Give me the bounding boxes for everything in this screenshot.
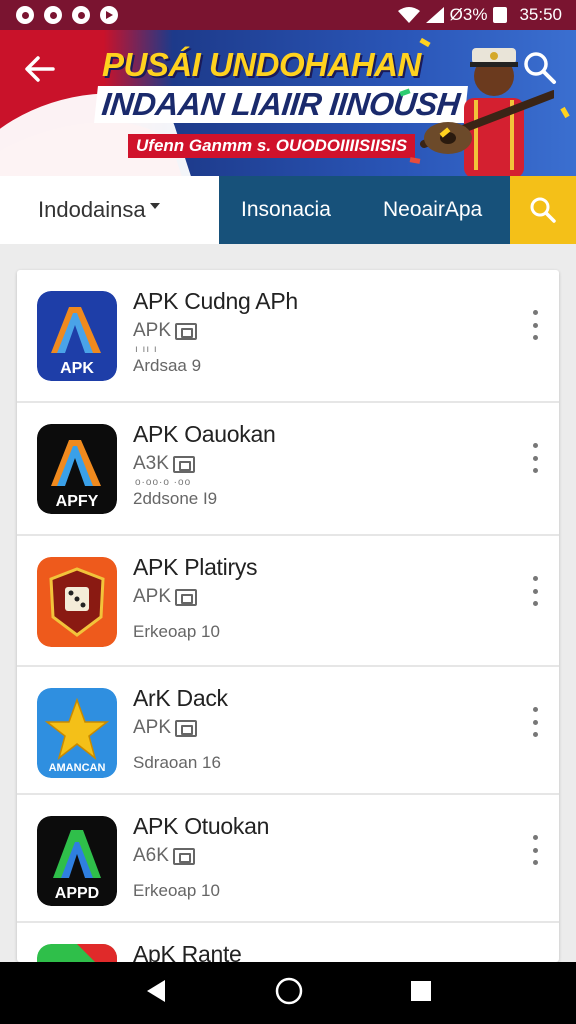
badge-icon [175,322,198,340]
app-name: APK Platirys [133,554,258,580]
recents-icon [411,980,432,1001]
status-left-icons [16,6,118,24]
category-tabs: Indodainsa Insonacia NeoairApa [0,176,576,244]
notification-icon [16,6,34,24]
app-name: APK Oauokan [133,421,276,447]
badge-icon [175,719,198,737]
apk-a-dark-icon: APFY [37,424,117,514]
app-icon-label: APK [60,360,94,377]
app-category: APK [133,717,198,739]
search-icon [524,52,556,84]
more-options-button[interactable] [531,310,539,340]
app-version: Erkeoap 10 [133,881,220,900]
list-item[interactable]: ApK Rante [17,923,559,962]
app-category-label: APK [133,586,172,607]
hanger-icon [44,6,62,24]
app-category-label: A3K [133,453,169,474]
back-arrow-icon [25,56,55,82]
signal-icon [425,7,444,23]
app-version: 2ddsone I9 [133,489,218,508]
badge-icon [175,588,198,606]
more-options-button[interactable] [531,443,539,473]
shield-icon [72,6,90,24]
app-category: APK [133,320,198,342]
more-options-button[interactable] [531,835,539,865]
app-name: APK Otuokan [133,813,270,839]
nav-back-button[interactable] [143,978,169,1009]
app-category: A6K [133,845,195,867]
app-icon-label: APFY [56,493,99,510]
app-category-label: APK [133,320,172,341]
nav-recents-button[interactable] [409,979,433,1008]
app-category-label: APK [133,717,172,738]
promo-banner[interactable]: PUSÁI UNDOHAHAN INDAAN LIAIIR IINOUSH Uf… [0,30,576,176]
tab-insonacia[interactable]: Insonacia [219,198,361,222]
app-category: APK [133,586,198,608]
list-item[interactable]: APFY APK Oauokan A3K o·oo·o ·oo 2ddsone … [17,403,559,536]
list-item[interactable]: APK Platirys APK Erkeoap 10 [17,536,559,667]
shield-dice-icon [37,557,117,647]
home-icon [275,977,303,1004]
status-signal-text: Ø3% [449,5,488,24]
app-meta: o·oo·o ·oo [135,477,192,488]
app-meta: ı ıı ı [135,344,158,355]
tab-neoairapa[interactable]: NeoairApa [361,198,482,222]
app-icon-label: AMANCAN [49,762,106,774]
tab-search-button[interactable] [510,176,576,244]
app-version: Sdraoan 16 [133,753,221,772]
chevron-down-icon [149,203,160,209]
banner-search-button[interactable] [520,48,560,88]
banner-title-line2: INDAAN LIAIIR IINOUSH [94,86,468,123]
app-version: Erkeoap 10 [133,622,220,641]
app-category-label: A6K [133,845,169,866]
more-options-button[interactable] [531,707,539,737]
status-bar: Ø3% 35:50 [0,0,576,30]
system-nav-bar [0,962,576,1024]
badge-icon [172,455,195,473]
app-category: A3K [133,453,195,475]
apk-a-icon: APK [37,291,117,381]
star-icon: AMANCAN [37,688,117,778]
flag-icon [37,944,117,962]
play-icon [100,6,118,24]
status-right: Ø3% 35:50 [397,5,562,25]
app-name: ApK Rante [133,941,242,962]
banner-subtitle: Ufenn Ganmm s. OUODOIIIISIISIS [128,134,416,158]
app-list: APK APK Cudng APh APK ı ıı ı Ardsaa 9 AP… [17,270,559,962]
more-options-button[interactable] [531,576,539,606]
app-icon-label: APPD [55,885,99,902]
app-version: Ardsaa 9 [133,356,202,375]
status-time: 35:50 [519,5,562,24]
country-dropdown-label: Indodainsa [38,197,146,222]
wifi-icon [397,7,420,23]
badge-icon [172,847,195,865]
country-dropdown[interactable]: Indodainsa [0,176,219,244]
nav-home-button[interactable] [274,976,304,1011]
list-item[interactable]: APK APK Cudng APh APK ı ıı ı Ardsaa 9 [17,270,559,403]
apk-green-a-icon: APPD [37,816,117,906]
tab-bar: Insonacia NeoairApa [219,176,510,244]
back-button[interactable] [20,52,60,92]
battery-icon [493,7,508,23]
search-icon [530,197,556,223]
back-icon [146,979,165,1002]
list-item[interactable]: AMANCAN ArK Dack APK Sdraoan 16 [17,667,559,795]
app-name: APK Cudng APh [133,288,298,314]
banner-title-line1: PUSÁI UNDOHAHAN [102,46,421,83]
app-name: ArK Dack [133,685,228,711]
list-item[interactable]: APPD APK Otuokan A6K Erkeoap 10 [17,795,559,923]
